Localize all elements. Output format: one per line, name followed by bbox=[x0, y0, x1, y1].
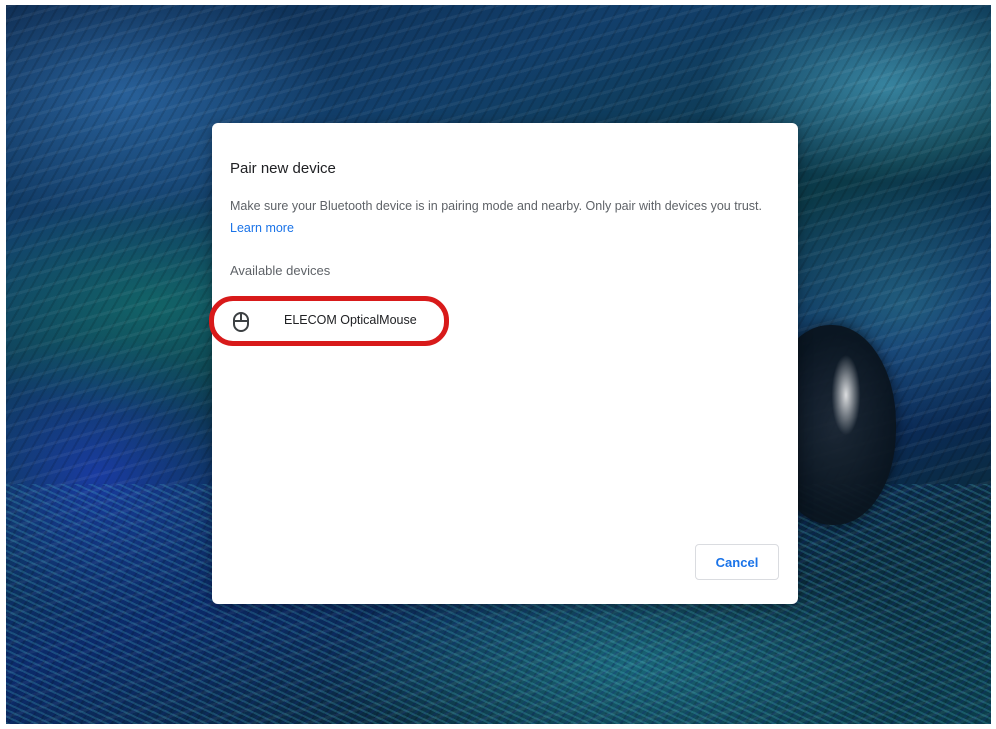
available-devices-heading: Available devices bbox=[230, 263, 331, 278]
dialog-description: Make sure your Bluetooth device is in pa… bbox=[230, 195, 770, 239]
pair-new-device-dialog: Pair new device Make sure your Bluetooth… bbox=[209, 123, 798, 604]
cancel-button[interactable]: Cancel bbox=[695, 544, 779, 580]
mouse-icon bbox=[232, 311, 250, 333]
dialog-description-text: Make sure your Bluetooth device is in pa… bbox=[230, 199, 762, 213]
screenshot-frame: Pair new device Make sure your Bluetooth… bbox=[0, 0, 996, 729]
device-item-elecom-opticalmouse[interactable]: ELECOM OpticalMouse bbox=[212, 298, 798, 344]
device-name: ELECOM OpticalMouse bbox=[284, 313, 417, 327]
learn-more-link[interactable]: Learn more bbox=[230, 221, 294, 235]
dialog-title: Pair new device bbox=[230, 160, 336, 177]
